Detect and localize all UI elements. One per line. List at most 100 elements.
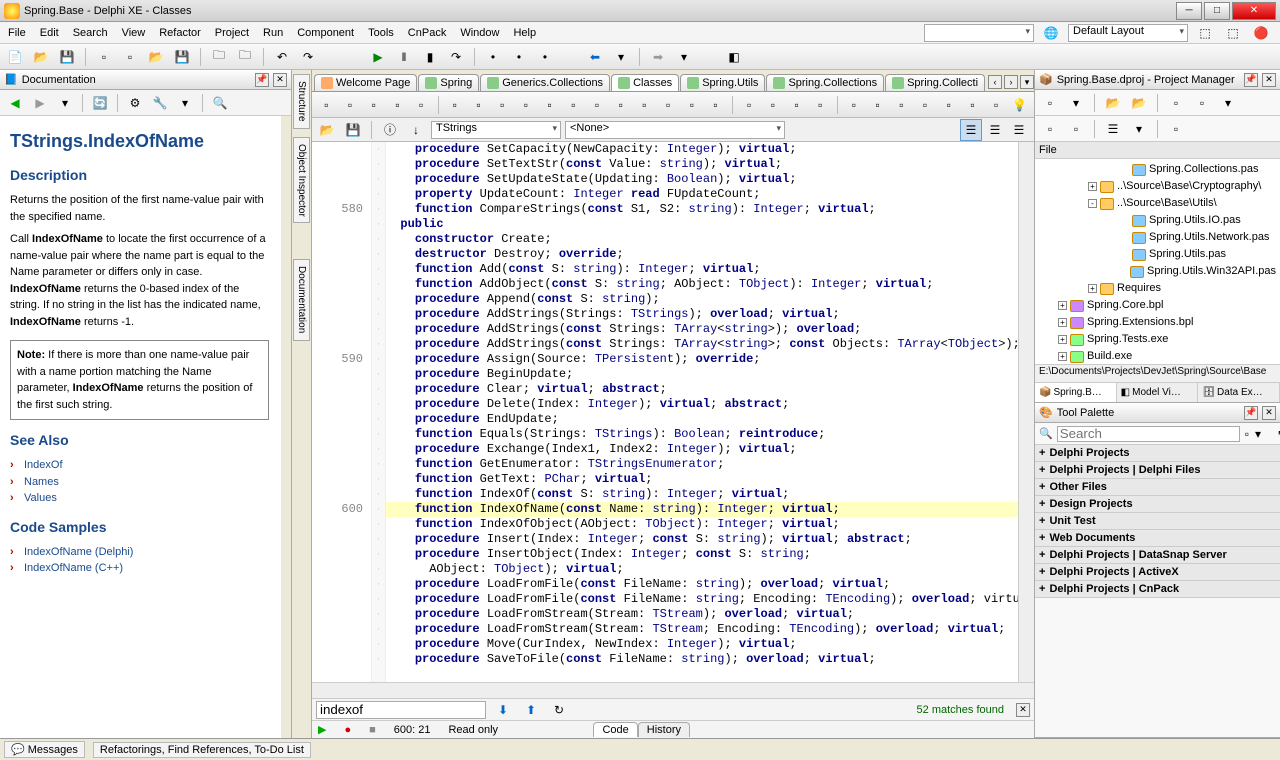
- link-names[interactable]: Names: [10, 474, 269, 491]
- palette-cursor-icon[interactable]: ↖: [1276, 423, 1280, 445]
- undo-icon[interactable]: ↶: [271, 46, 293, 68]
- menu-project[interactable]: Project: [215, 27, 249, 39]
- menu-tools[interactable]: Tools: [368, 27, 394, 39]
- editor-vscrollbar[interactable]: [1018, 142, 1034, 682]
- palette-drop-icon[interactable]: ▾: [1254, 423, 1262, 445]
- doc-tool1-icon[interactable]: ⚙: [124, 92, 146, 114]
- find-next-icon[interactable]: ⬇: [492, 699, 514, 721]
- pm2-btn-4[interactable]: ▾: [1128, 118, 1150, 140]
- project-combo[interactable]: [924, 24, 1034, 42]
- tree-row[interactable]: Spring.Utils.IO.pas: [1039, 212, 1276, 229]
- class-combo[interactable]: TStrings: [431, 121, 561, 139]
- tree-row[interactable]: +..\Source\Base\Cryptography\: [1039, 178, 1276, 195]
- back-icon[interactable]: ⬅: [584, 46, 606, 68]
- open-icon[interactable]: 📂: [30, 46, 52, 68]
- pm-btn-4[interactable]: 📂: [1128, 92, 1150, 114]
- status-messages[interactable]: 💬 Messages: [4, 741, 85, 758]
- globe-icon[interactable]: 🌐: [1040, 22, 1062, 44]
- e-btn-15[interactable]: ▫: [658, 94, 679, 116]
- pm2-btn-1[interactable]: ▫: [1039, 118, 1061, 140]
- status-refactorings[interactable]: Refactorings, Find References, To-Do Lis…: [93, 742, 311, 758]
- menu-help[interactable]: Help: [513, 27, 536, 39]
- new-icon[interactable]: 📄: [4, 46, 26, 68]
- editor-hscrollbar[interactable]: [312, 683, 1034, 698]
- bottom-tab-code[interactable]: Code: [593, 722, 637, 737]
- project-tree[interactable]: Spring.Collections.pas+..\Source\Base\Cr…: [1035, 159, 1280, 364]
- e-btn-20[interactable]: ▫: [786, 94, 807, 116]
- e-btn-7[interactable]: ▫: [468, 94, 489, 116]
- record-indicator-icon[interactable]: ●: [344, 724, 351, 736]
- layout-combo[interactable]: Default Layout: [1068, 24, 1188, 42]
- find-close-icon[interactable]: ✕: [1016, 703, 1030, 717]
- folder-icon[interactable]: 🗀: [208, 46, 230, 68]
- sidetab-documentation[interactable]: Documentation: [293, 259, 310, 340]
- stop-indicator-icon[interactable]: ■: [369, 724, 376, 736]
- tab-spring-utils[interactable]: Spring.Utils: [680, 74, 765, 91]
- stop-icon[interactable]: ▮: [419, 46, 441, 68]
- pm-btn-5[interactable]: ▫: [1165, 92, 1187, 114]
- e-btn-4[interactable]: ▫: [387, 94, 408, 116]
- step-into-icon[interactable]: •: [534, 46, 556, 68]
- code-editor[interactable]: 580 590 600 ····························…: [312, 142, 1034, 682]
- pm-tab-model[interactable]: ◧Model Vi…: [1117, 383, 1199, 402]
- tree-row[interactable]: -..\Source\Base\Utils\: [1039, 195, 1276, 212]
- e-btn-1[interactable]: ▫: [316, 94, 337, 116]
- doc-search-icon[interactable]: 🔍: [209, 92, 231, 114]
- redo-icon[interactable]: ↷: [297, 46, 319, 68]
- e-btn-28[interactable]: ▫: [986, 94, 1007, 116]
- view-mode-1-icon[interactable]: ☰: [960, 119, 982, 141]
- forward-drop-icon[interactable]: ▾: [673, 46, 695, 68]
- help-globe-icon[interactable]: 🔴: [1250, 22, 1272, 44]
- pm-close-icon[interactable]: ✕: [1262, 73, 1276, 87]
- pm-pin-icon[interactable]: 📌: [1244, 73, 1258, 87]
- new-unit-icon[interactable]: ▫: [119, 46, 141, 68]
- e2-btn-4[interactable]: ↓: [405, 119, 427, 141]
- tree-row[interactable]: Spring.Utils.pas: [1039, 246, 1276, 263]
- pm-btn-1[interactable]: ▫: [1039, 92, 1061, 114]
- doc-tool2-icon[interactable]: 🔧: [149, 92, 171, 114]
- open-project-icon[interactable]: 📂: [145, 46, 167, 68]
- step-icon[interactable]: •: [508, 46, 530, 68]
- find-input[interactable]: [316, 701, 486, 719]
- e-btn-6[interactable]: ▫: [444, 94, 465, 116]
- palette-category[interactable]: +Design Projects: [1035, 496, 1280, 513]
- find-refresh-icon[interactable]: ↻: [548, 699, 570, 721]
- bottom-tab-history[interactable]: History: [638, 722, 690, 737]
- e-btn-29[interactable]: 💡: [1010, 94, 1031, 116]
- forward-icon[interactable]: ➡: [647, 46, 669, 68]
- save-all-icon[interactable]: 💾: [171, 46, 193, 68]
- e-btn-26[interactable]: ▫: [938, 94, 959, 116]
- menu-file[interactable]: File: [8, 27, 26, 39]
- run-indicator-icon[interactable]: ▶: [318, 723, 326, 736]
- e-btn-24[interactable]: ▫: [891, 94, 912, 116]
- e2-btn-3[interactable]: ⓘ: [379, 119, 401, 141]
- view-mode-2-icon[interactable]: ☰: [984, 119, 1006, 141]
- doc-forward-icon[interactable]: ▶: [29, 92, 51, 114]
- e-btn-18[interactable]: ▫: [739, 94, 760, 116]
- doc-back-icon[interactable]: ◀: [4, 92, 26, 114]
- pm-btn-6[interactable]: ▫: [1191, 92, 1213, 114]
- e-btn-21[interactable]: ▫: [810, 94, 831, 116]
- tab-spring-collections[interactable]: Spring.Collections: [766, 74, 884, 91]
- doc-refresh-icon[interactable]: 🔄: [89, 92, 111, 114]
- e2-btn-2[interactable]: 💾: [342, 119, 364, 141]
- tree-row[interactable]: +Spring.Extensions.bpl: [1039, 314, 1276, 331]
- e-btn-12[interactable]: ▫: [587, 94, 608, 116]
- e-btn-13[interactable]: ▫: [610, 94, 631, 116]
- e-btn-11[interactable]: ▫: [563, 94, 584, 116]
- pin-icon[interactable]: 📌: [255, 73, 269, 87]
- tab-classes[interactable]: Classes: [611, 74, 679, 91]
- menu-window[interactable]: Window: [460, 27, 499, 39]
- close-panel-icon[interactable]: ✕: [273, 73, 287, 87]
- palette-category[interactable]: +Other Files: [1035, 479, 1280, 496]
- e-btn-9[interactable]: ▫: [516, 94, 537, 116]
- tree-row[interactable]: Spring.Utils.Win32API.pas: [1039, 263, 1276, 280]
- link-sample-delphi[interactable]: IndexOfName (Delphi): [10, 544, 269, 561]
- tree-row[interactable]: +Requires: [1039, 280, 1276, 297]
- doc-tool3-icon[interactable]: ▾: [174, 92, 196, 114]
- menu-edit[interactable]: Edit: [40, 27, 59, 39]
- tab-list-icon[interactable]: ▾: [1020, 75, 1034, 89]
- save-icon[interactable]: 💾: [56, 46, 78, 68]
- menu-search[interactable]: Search: [73, 27, 108, 39]
- palette-search-input[interactable]: [1057, 426, 1240, 442]
